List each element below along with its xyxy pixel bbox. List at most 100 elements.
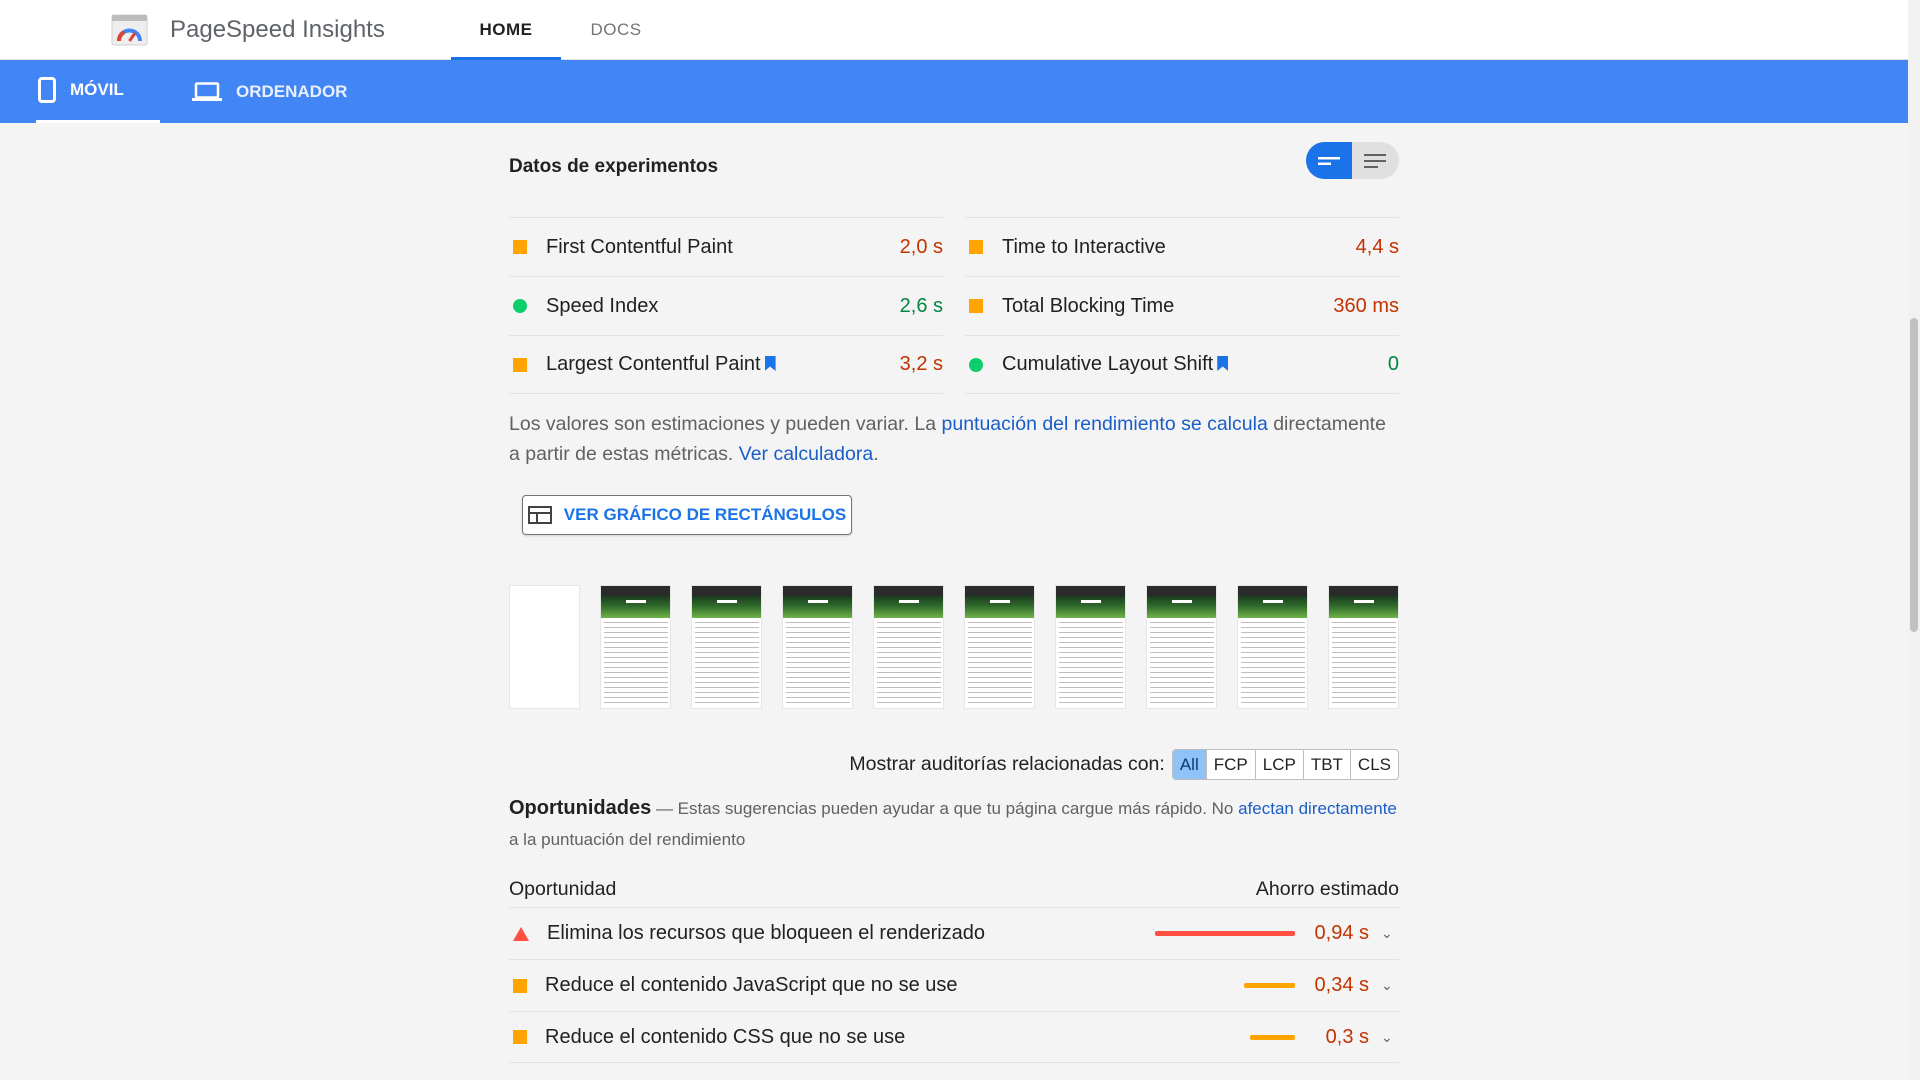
column-estimated-savings: Ahorro estimado — [1255, 877, 1399, 900]
average-square-icon — [513, 240, 527, 254]
frame-hero-image — [1329, 596, 1398, 618]
average-square-icon — [513, 978, 527, 993]
opportunities-title: Oportunidades — [509, 797, 652, 819]
frame-text-lines — [877, 622, 941, 706]
scrollbar-thumb[interactable] — [1910, 318, 1918, 632]
frame-header — [601, 586, 670, 596]
tab-desktop[interactable]: ORDENADOR — [192, 60, 372, 123]
tab-mobile[interactable]: MÓVIL — [36, 60, 160, 123]
chevron-down-icon[interactable]: ⌄ — [1381, 925, 1395, 942]
frame-hero-image — [692, 596, 761, 618]
chevron-down-icon[interactable]: ⌄ — [1381, 1029, 1395, 1046]
metrics-disclaimer: Los valores son estimaciones y pueden va… — [509, 409, 1399, 469]
view-treemap-button[interactable]: VER GRÁFICO DE RECTÁNGULOS — [522, 495, 852, 535]
frame-header — [1147, 586, 1216, 596]
opportunity-name: Reduce el contenido JavaScript que no se… — [545, 974, 958, 996]
opportunities-list: Elimina los recursos que bloqueen el ren… — [509, 907, 1399, 1063]
filter-lcp[interactable]: LCP — [1254, 750, 1303, 779]
metrics-view-toggle[interactable] — [1306, 142, 1399, 179]
frame-hero-image — [783, 596, 852, 618]
metric-tti: Time to Interactive 4,4 s — [965, 217, 1399, 276]
filmstrip-frame — [1146, 585, 1217, 709]
disclaimer-text: . — [873, 443, 879, 465]
frame-hero-image — [965, 596, 1034, 618]
metric-filter-group: All FCP LCP TBT CLS — [1171, 749, 1399, 780]
tab-mobile-label: MÓVIL — [70, 80, 124, 99]
metric-lcp: Largest Contentful Paint 3,2 s — [509, 335, 943, 394]
savings-value: 0,94 s — [1314, 922, 1369, 944]
opportunity-name: Elimina los recursos que bloqueen el ren… — [547, 922, 986, 944]
score-impact-link[interactable]: afectan directamente — [1238, 799, 1397, 818]
metric-name: First Contentful Paint — [546, 235, 733, 258]
metric-value: 0 — [1387, 353, 1399, 375]
filmstrip-frame — [1055, 585, 1126, 709]
filmstrip-frame — [1237, 585, 1308, 709]
smartphone-icon — [38, 77, 56, 103]
compact-view-button[interactable] — [1306, 142, 1352, 179]
score-calculation-link[interactable]: puntuación del rendimiento se calcula — [942, 413, 1268, 435]
tab-desktop-label: ORDENADOR — [236, 81, 348, 101]
metric-value: 2,0 s — [899, 235, 943, 258]
frame-text-lines — [968, 622, 1032, 706]
long-lines-icon — [1364, 153, 1386, 168]
frame-header — [783, 586, 852, 596]
filter-tbt[interactable]: TBT — [1302, 750, 1350, 779]
opportunity-row[interactable]: Elimina los recursos que bloqueen el ren… — [509, 907, 1399, 959]
filmstrip-frame — [600, 585, 671, 709]
nav-tab-docs[interactable]: DOCS — [576, 0, 656, 60]
disclaimer-text: Los valores son estimaciones y pueden va… — [509, 413, 942, 435]
filmstrip-frame — [1328, 585, 1399, 709]
filmstrip — [509, 585, 1399, 709]
average-square-icon — [969, 299, 983, 313]
filmstrip-frame — [691, 585, 762, 709]
filmstrip-frame — [782, 585, 853, 709]
filmstrip-frame — [873, 585, 944, 709]
top-app-bar: PageSpeed Insights HOME DOCS — [0, 0, 1908, 60]
expanded-view-button[interactable] — [1352, 142, 1398, 179]
metric-value: 4,4 s — [1355, 235, 1399, 258]
frame-text-lines — [786, 622, 850, 706]
metrics-grid: First Contentful Paint 2,0 s Time to Int… — [509, 217, 1399, 394]
opportunity-row[interactable]: Reduce el contenido JavaScript que no se… — [509, 959, 1399, 1011]
filmstrip-frame — [964, 585, 1035, 709]
calculator-link[interactable]: Ver calculadora — [739, 443, 873, 465]
frame-header — [1329, 586, 1398, 596]
metric-si: Speed Index 2,6 s — [509, 276, 943, 335]
page-scrollbar[interactable] — [1908, 0, 1920, 1080]
metric-name: Total Blocking Time — [1002, 294, 1175, 317]
short-lines-icon — [1318, 156, 1340, 165]
fail-triangle-icon — [513, 926, 529, 941]
nav-tab-home[interactable]: HOME — [451, 0, 561, 60]
opportunities-description: a la puntuación del rendimiento — [509, 830, 746, 849]
chevron-down-icon[interactable]: ⌄ — [1381, 977, 1395, 994]
filter-fcp[interactable]: FCP — [1205, 750, 1255, 779]
lab-data-title: Datos de experimentos — [509, 156, 719, 177]
savings-bar-track — [1155, 983, 1295, 988]
opportunities-table-header: Oportunidad Ahorro estimado — [509, 871, 1399, 907]
filter-all[interactable]: All — [1172, 750, 1206, 779]
laptop-icon — [192, 81, 222, 101]
pagespeed-logo-icon — [111, 14, 148, 46]
savings-bar — [1250, 1034, 1295, 1040]
metric-name: Time to Interactive — [1002, 235, 1166, 258]
column-opportunity: Oportunidad — [509, 877, 617, 900]
savings-value: 0,3 s — [1325, 1025, 1369, 1048]
frame-text-lines — [604, 622, 668, 706]
filter-cls[interactable]: CLS — [1349, 750, 1398, 779]
frame-header — [1056, 586, 1125, 596]
savings-bar-track — [1155, 931, 1295, 936]
metric-name: Cumulative Layout Shift — [1002, 353, 1214, 375]
metric-value: 3,2 s — [899, 353, 943, 375]
savings-bar-track — [1155, 1034, 1295, 1040]
pass-circle-icon — [513, 299, 527, 313]
frame-text-lines — [695, 622, 759, 706]
frame-header — [692, 586, 761, 596]
filter-label: Mostrar auditorías relacionadas con: — [849, 753, 1165, 775]
filmstrip-frame — [509, 585, 580, 709]
opportunity-row[interactable]: Reduce el contenido CSS que no se use 0,… — [509, 1011, 1399, 1063]
app-title: PageSpeed Insights — [170, 16, 385, 43]
frame-header — [874, 586, 943, 596]
frame-text-lines — [1332, 622, 1396, 706]
frame-hero-image — [1056, 596, 1125, 618]
frame-text-lines — [1059, 622, 1123, 706]
